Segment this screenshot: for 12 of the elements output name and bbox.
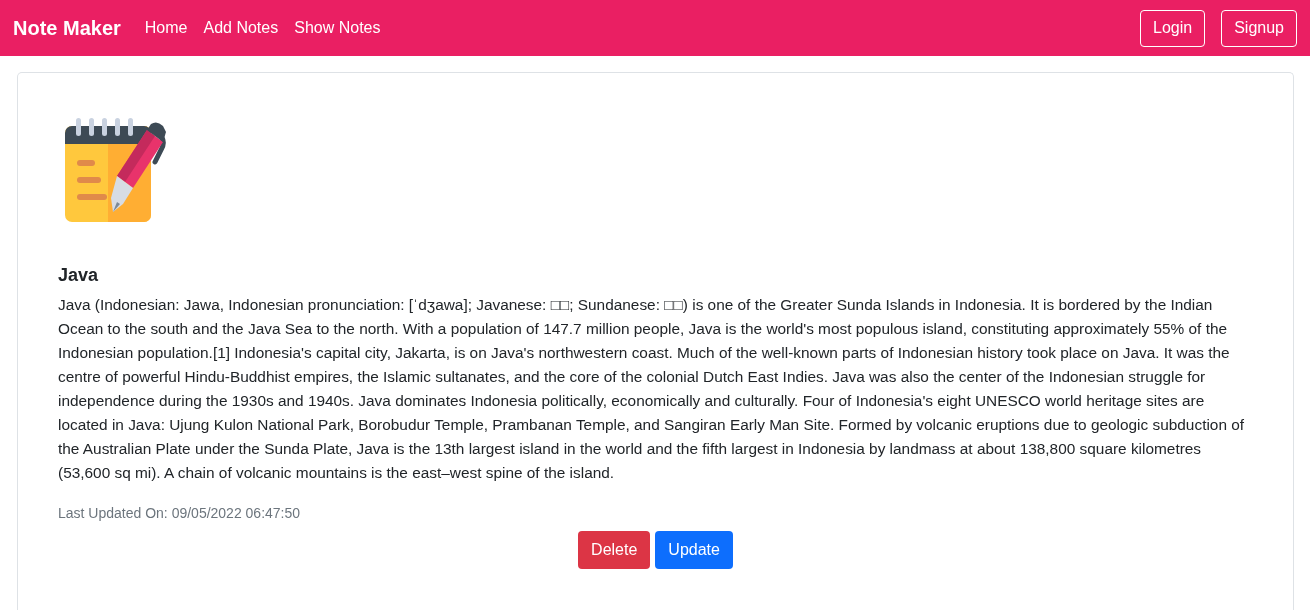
note-title: Java: [58, 264, 100, 286]
nav-link[interactable]: Add Notes: [195, 11, 287, 45]
note-text: Java (Indonesian: Jawa, Indonesian pronunciation: [ˈdʒawa]; Javanese: □□; Sundanese: □□) is one of the Greater Sunda Islands in Indonesia. It is bordered by the Indian Ocean to the south and the Java Sea to the north. With a population of 147.7 million people, Java is the world's most populous island, constituting approximately 55% of the Indonesian population.[1] Indonesia's capital city, Jakarta, is on Java's northwestern coast. Much of the well-known parts of Indonesian history took place on Java. It was the centre of powerful Hindu-Buddhist empires, the Islamic sultanates, and the core of the colonial Dutch East Indies. Java was also the center of the Indonesian struggle for independence during the 1930s and 1940s. Java dominates Indonesia politically, economically and culturally. Four of Indonesia's eight UNESCO world heritage sites are located in Java: Ujung Kulon National Park, Borobudur Temple, Prambanan Temple, and Sangiran Early Man Site. Formed by volcanic eruptions due to geologic subduction of the Australian Plate under the Sunda Plate, Java is the 13th largest island in the world and the fifth largest in Indonesia by landmass at about 138,800 square kilometres (53,600 sq mi). A chain of volcanic mountains is the east–west spine of the island.: [58, 295, 1246, 483]
signup-button[interactable]: Signup: [1221, 9, 1297, 47]
notepad-pen-icon: [65, 118, 167, 222]
brand-link[interactable]: Note Maker: [13, 16, 121, 40]
nav-link[interactable]: Home: [136, 11, 196, 45]
login-button[interactable]: Login: [1140, 9, 1206, 47]
delete-button[interactable]: Delete: [578, 531, 651, 569]
nav-link[interactable]: Show Notes: [286, 11, 389, 45]
update-button[interactable]: Update: [655, 531, 733, 569]
last-updated-text: Last Updated On: 09/05/2022 06:47:50: [58, 504, 302, 523]
